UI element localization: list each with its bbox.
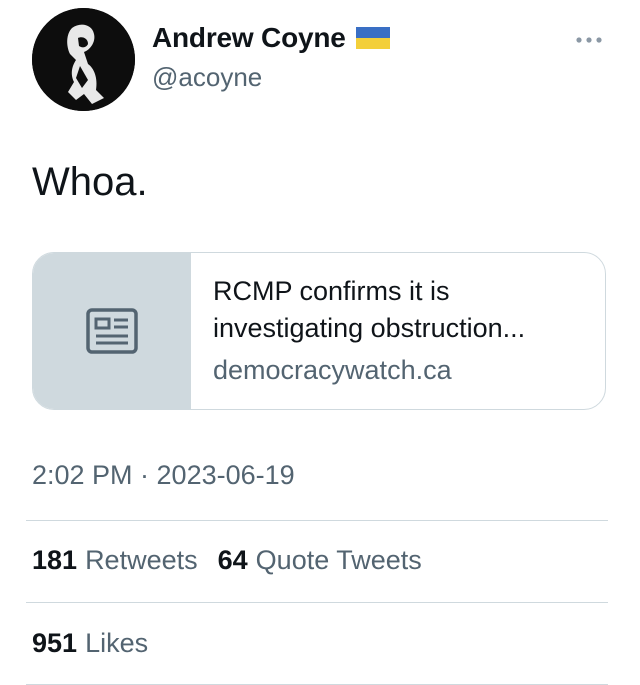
tweet-text: Whoa. bbox=[32, 160, 148, 204]
author-name-row[interactable]: Andrew Coyne bbox=[152, 22, 390, 54]
likes-stats-row: 951 Likes bbox=[32, 628, 168, 659]
retweets-label: Retweets bbox=[85, 545, 198, 575]
quote-tweets-stat[interactable]: 64 Quote Tweets bbox=[218, 545, 422, 576]
author-display-name[interactable]: Andrew Coyne bbox=[152, 22, 346, 54]
ukraine-flag-icon bbox=[355, 27, 390, 49]
link-card[interactable]: RCMP confirms it is investigating obstru… bbox=[32, 252, 606, 410]
quote-tweets-label: Quote Tweets bbox=[255, 545, 422, 575]
divider bbox=[26, 602, 608, 603]
more-options-icon[interactable] bbox=[574, 30, 604, 50]
likes-count: 951 bbox=[32, 628, 78, 658]
link-card-title: RCMP confirms it is investigating obstru… bbox=[213, 276, 526, 343]
avatar[interactable] bbox=[32, 8, 135, 111]
retweets-stat[interactable]: 181 Retweets bbox=[32, 545, 198, 576]
link-card-body: RCMP confirms it is investigating obstru… bbox=[191, 253, 605, 409]
news-article-icon bbox=[86, 308, 138, 354]
likes-label: Likes bbox=[85, 628, 149, 658]
author-handle[interactable]: @acoyne bbox=[152, 62, 262, 93]
link-card-domain: democracywatch.ca bbox=[213, 355, 452, 385]
link-card-thumbnail bbox=[33, 253, 191, 409]
tweet-timestamp[interactable]: 2:02 PM · 2023-06-19 bbox=[32, 460, 295, 491]
avatar-image bbox=[32, 8, 135, 111]
likes-stat[interactable]: 951 Likes bbox=[32, 628, 148, 659]
retweets-count: 181 bbox=[32, 545, 78, 575]
divider bbox=[26, 520, 608, 521]
engagement-stats-row: 181 Retweets 64 Quote Tweets bbox=[32, 545, 442, 576]
quote-tweets-count: 64 bbox=[217, 545, 248, 575]
